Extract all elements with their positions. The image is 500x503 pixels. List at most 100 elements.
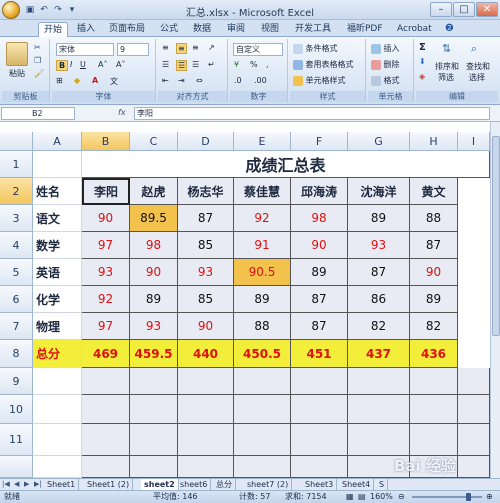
- column-header-h[interactable]: H: [410, 132, 458, 151]
- score-cell[interactable]: 85: [178, 286, 234, 313]
- next-sheet-icon[interactable]: ▶: [24, 479, 29, 490]
- row-header-3[interactable]: 3: [0, 205, 33, 232]
- zoom-in-icon[interactable]: ⊕: [486, 491, 493, 503]
- empty-cell[interactable]: [130, 456, 178, 478]
- cell-a1[interactable]: [33, 151, 82, 178]
- score-cell[interactable]: 91: [234, 232, 291, 259]
- help-icon[interactable]: ❷: [440, 22, 459, 37]
- header-student-cell[interactable]: 邱海涛: [291, 178, 348, 205]
- prev-sheet-icon[interactable]: ◀: [14, 479, 19, 490]
- currency-icon[interactable]: ¥: [234, 60, 239, 69]
- empty-cell[interactable]: [458, 368, 490, 395]
- format-cells-button[interactable]: 格式: [371, 75, 400, 86]
- score-cell[interactable]: 87: [348, 259, 410, 286]
- font-size-select[interactable]: 9: [117, 43, 149, 56]
- sheet-tab[interactable]: Sheet1 (2): [84, 479, 134, 490]
- title-cell[interactable]: 成绩汇总表: [82, 151, 490, 178]
- header-student-cell[interactable]: 沈海洋: [348, 178, 410, 205]
- empty-cell[interactable]: [291, 456, 348, 478]
- row-header-10[interactable]: 10: [0, 395, 33, 424]
- empty-cell[interactable]: [348, 368, 410, 395]
- score-cell[interactable]: 89: [348, 205, 410, 232]
- minimize-button[interactable]: –: [430, 2, 452, 17]
- empty-cell[interactable]: [178, 368, 234, 395]
- header-student-cell[interactable]: 蔡佳慧: [234, 178, 291, 205]
- sheet-tab[interactable]: 总分: [213, 479, 236, 490]
- close-button[interactable]: ✕: [476, 2, 498, 17]
- subject-label[interactable]: 物理: [33, 313, 82, 340]
- column-header-f[interactable]: F: [291, 132, 348, 151]
- wrap-text-icon[interactable]: ↵: [208, 60, 215, 69]
- decrease-decimal-icon[interactable]: .00: [254, 76, 267, 85]
- score-cell[interactable]: 93: [348, 232, 410, 259]
- score-cell[interactable]: 90: [130, 259, 178, 286]
- empty-cell[interactable]: [178, 395, 234, 424]
- column-header-a[interactable]: A: [33, 132, 82, 151]
- zoom-slider[interactable]: [412, 496, 482, 498]
- tab-acrobat[interactable]: Acrobat: [392, 22, 437, 37]
- tab-developer[interactable]: 开发工具: [290, 22, 336, 37]
- empty-cell[interactable]: [33, 424, 82, 456]
- column-header-e[interactable]: E: [234, 132, 291, 151]
- empty-cell[interactable]: [130, 395, 178, 424]
- row-header-2[interactable]: 2: [0, 178, 33, 205]
- align-bottom-icon[interactable]: ≡: [192, 43, 199, 52]
- score-cell[interactable]: 85: [178, 232, 234, 259]
- empty-cell[interactable]: [178, 424, 234, 456]
- tab-home[interactable]: 开始: [38, 22, 69, 37]
- sort-filter-icon[interactable]: ⇅: [442, 42, 451, 55]
- score-cell[interactable]: 89: [234, 286, 291, 313]
- score-cell[interactable]: 87: [291, 313, 348, 340]
- column-header-c[interactable]: C: [130, 132, 178, 151]
- total-cell[interactable]: 440: [178, 340, 234, 368]
- sheet-tab[interactable]: Sheet4: [339, 479, 375, 490]
- font-color-icon[interactable]: A: [92, 76, 98, 85]
- total-cell[interactable]: 451: [291, 340, 348, 368]
- score-cell[interactable]: 88: [234, 313, 291, 340]
- fill-color-icon[interactable]: ◆: [74, 76, 80, 85]
- score-cell[interactable]: 87: [178, 205, 234, 232]
- row-header-1[interactable]: 1: [0, 151, 33, 178]
- score-cell[interactable]: 97: [82, 313, 130, 340]
- align-top-icon[interactable]: ≡: [162, 43, 169, 52]
- cut-icon[interactable]: ✂: [34, 43, 41, 52]
- empty-cell[interactable]: [178, 456, 234, 478]
- zoom-out-icon[interactable]: ⊖: [398, 491, 405, 503]
- tab-review[interactable]: 审阅: [222, 22, 250, 37]
- empty-cell[interactable]: [291, 424, 348, 456]
- sheet-tab[interactable]: S: [376, 479, 389, 490]
- zoom-level[interactable]: 160%: [370, 491, 393, 503]
- tab-insert[interactable]: 插入: [72, 22, 100, 37]
- sheet-tab[interactable]: Sheet1: [44, 479, 80, 490]
- empty-cell[interactable]: [82, 456, 130, 478]
- total-cell[interactable]: 469: [82, 340, 130, 368]
- tab-page-layout[interactable]: 页面布局: [104, 22, 150, 37]
- column-header-g[interactable]: G: [348, 132, 410, 151]
- empty-cell[interactable]: [33, 368, 82, 395]
- sheet-tab[interactable]: sheet7 (2): [244, 479, 293, 490]
- score-cell[interactable]: 82: [410, 313, 458, 340]
- comma-icon[interactable]: ,: [266, 60, 269, 69]
- align-right-icon[interactable]: ☰: [192, 60, 199, 69]
- find-select-icon[interactable]: ⌕: [471, 42, 477, 56]
- row-header-4[interactable]: 4: [0, 232, 33, 259]
- score-cell[interactable]: 89.5: [130, 205, 178, 232]
- subject-label[interactable]: 化学: [33, 286, 82, 313]
- tab-view[interactable]: 视图: [256, 22, 284, 37]
- header-student-cell[interactable]: 赵虎: [130, 178, 178, 205]
- select-all-corner[interactable]: [0, 132, 33, 151]
- empty-cell[interactable]: [234, 424, 291, 456]
- copy-icon[interactable]: ❐: [34, 56, 41, 65]
- increase-indent-icon[interactable]: ⇥: [178, 76, 185, 85]
- vertical-scrollbar[interactable]: [490, 122, 500, 478]
- total-cell[interactable]: 437: [348, 340, 410, 368]
- row-header-6[interactable]: 6: [0, 286, 33, 313]
- score-cell[interactable]: 93: [178, 259, 234, 286]
- score-cell[interactable]: 87: [291, 286, 348, 313]
- column-header-i[interactable]: I: [458, 132, 490, 151]
- bold-button[interactable]: B: [56, 60, 69, 71]
- row-header-12[interactable]: [0, 456, 33, 478]
- column-header-b[interactable]: B: [82, 132, 130, 151]
- empty-cell[interactable]: [410, 424, 458, 456]
- align-center-icon[interactable]: ☰: [176, 60, 188, 71]
